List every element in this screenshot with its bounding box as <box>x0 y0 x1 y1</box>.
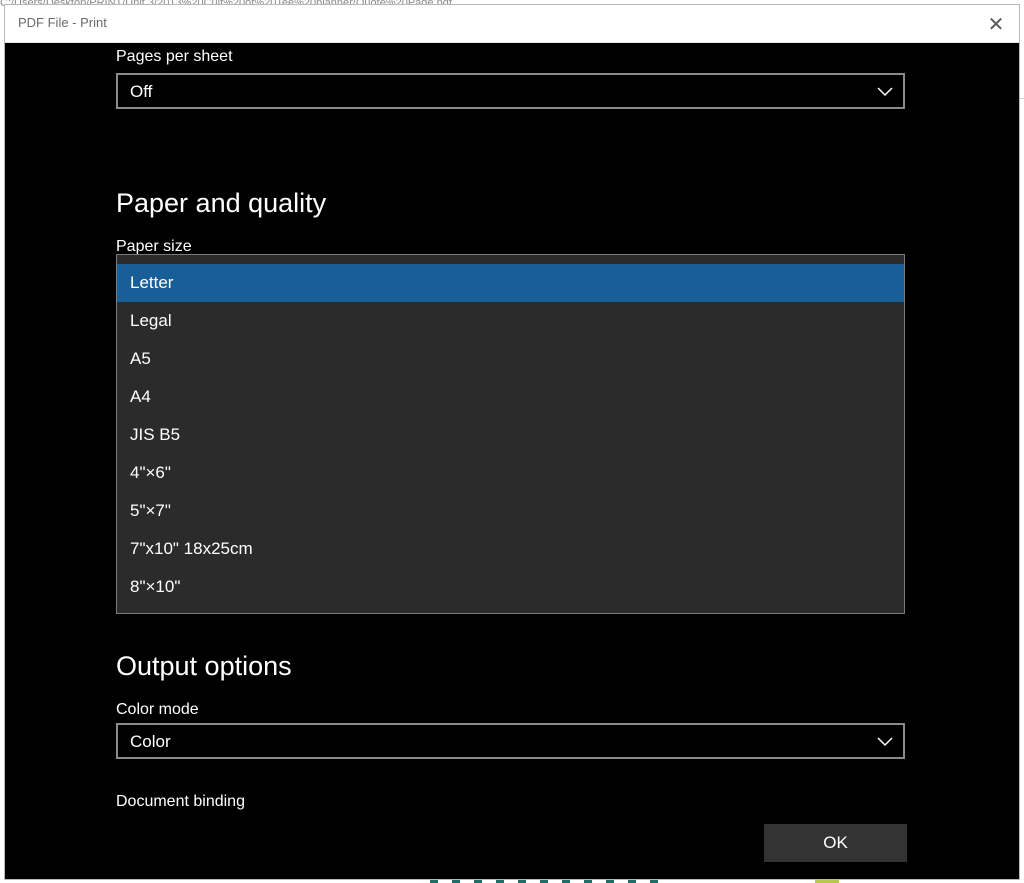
output-options-heading: Output options <box>116 651 292 681</box>
paper-size-option-jis-b5[interactable]: JIS B5 <box>117 416 904 454</box>
paper-size-option-7x10[interactable]: 7"x10" 18x25cm <box>117 530 904 568</box>
color-mode-value: Color <box>130 732 171 751</box>
title-bar: PDF File - Print ✕ <box>5 5 1019 43</box>
background-app-edge <box>1019 42 1024 99</box>
print-dialog: PDF File - Print ✕ Pages per sheet Off P… <box>5 5 1019 879</box>
paper-size-option-legal[interactable]: Legal <box>117 302 904 340</box>
paper-quality-heading: Paper and quality <box>116 188 327 218</box>
settings-content: Pages per sheet Off Paper and quality Pa… <box>5 43 1019 879</box>
pages-per-sheet-select[interactable]: Off <box>116 73 905 109</box>
paper-size-option-letter[interactable]: Letter <box>117 264 904 302</box>
pages-per-sheet-label: Pages per sheet <box>116 48 233 65</box>
paper-size-option-8x10[interactable]: 8"×10" <box>117 568 904 606</box>
color-mode-label: Color mode <box>116 701 199 718</box>
paper-size-option-a5[interactable]: A5 <box>117 340 904 378</box>
dialog-title: PDF File - Print <box>18 15 107 30</box>
close-icon: ✕ <box>987 13 1005 36</box>
chevron-down-icon <box>877 87 893 97</box>
pages-per-sheet-value: Off <box>130 82 153 101</box>
paper-size-dropdown-list: Letter Legal A5 A4 JIS B5 4"×6" 5"×7" 7"… <box>116 254 905 614</box>
paper-size-option-a4[interactable]: A4 <box>117 378 904 416</box>
chevron-down-icon <box>877 737 893 747</box>
paper-size-option-5x7[interactable]: 5"×7" <box>117 492 904 530</box>
document-binding-label: Document binding <box>116 793 245 810</box>
paper-size-option-4x6[interactable]: 4"×6" <box>117 454 904 492</box>
ok-button[interactable]: OK <box>764 824 907 862</box>
color-mode-select[interactable]: Color <box>116 723 905 759</box>
close-button[interactable]: ✕ <box>981 9 1011 39</box>
